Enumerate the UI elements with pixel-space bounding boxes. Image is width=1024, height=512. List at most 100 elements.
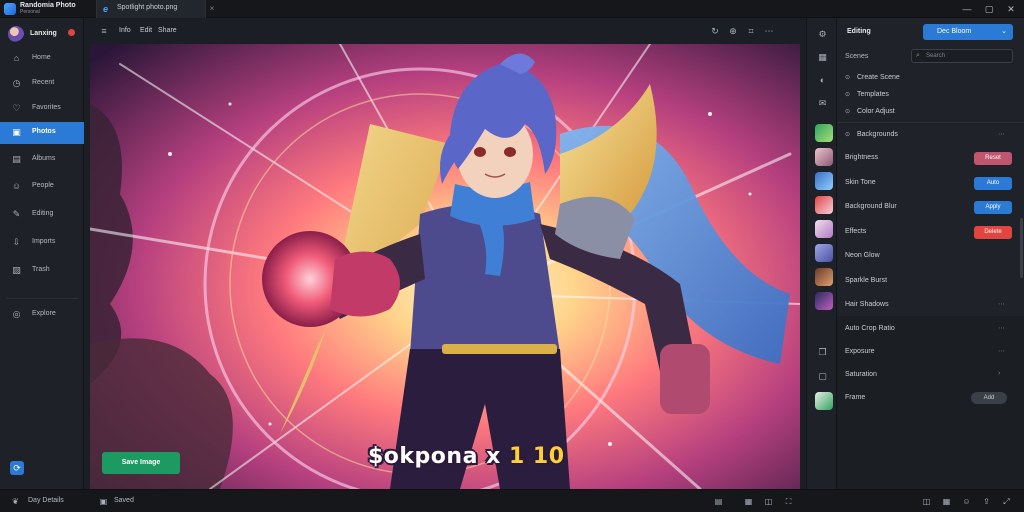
layout-icon[interactable]: ◫ <box>921 496 932 507</box>
thumbnail[interactable] <box>815 148 833 166</box>
close-window-button[interactable]: ✕ <box>1004 2 1018 16</box>
chat-icon[interactable]: ✉ <box>816 97 829 110</box>
avatar <box>8 26 24 42</box>
sidebar-item-imports[interactable]: ⇩ Imports <box>0 232 84 254</box>
sidebar-item-home[interactable]: ⌂ Home <box>0 48 84 70</box>
preset-dropdown[interactable]: Dec Bloom ⌄ <box>923 24 1013 40</box>
thumbnail[interactable] <box>815 172 833 190</box>
sidebar-item-label: Recent <box>32 79 55 86</box>
sidebar-item-favorites[interactable]: ♡ Favorites <box>0 98 84 120</box>
toolbar-info[interactable]: Info <box>119 27 131 34</box>
sync-icon[interactable]: ⟳ <box>10 461 24 475</box>
zoom-icon[interactable]: ⊕ <box>727 25 739 37</box>
row-auto-crop[interactable]: Auto Crop Ratio <box>845 325 895 332</box>
option-color-adjust[interactable]: Color Adjust <box>857 108 895 115</box>
photo-icon[interactable]: ▤ <box>713 496 724 507</box>
people-icon[interactable]: ☺ <box>961 496 972 507</box>
row-frame[interactable]: Frame <box>845 394 865 401</box>
filter-icon[interactable]: ◐ <box>816 74 829 87</box>
crop-icon[interactable]: ⌗ <box>745 25 757 37</box>
thumbnail[interactable] <box>815 392 833 410</box>
row-action-button[interactable]: Reset <box>974 152 1012 165</box>
clock-icon: ◷ <box>12 78 21 88</box>
option-templates[interactable]: Templates <box>857 91 889 98</box>
add-frame-button[interactable]: Add <box>971 392 1007 404</box>
more-icon[interactable]: ⋯ <box>998 324 1005 332</box>
tab-document[interactable]: e Spotlight photo.png <box>96 0 206 18</box>
compare-icon[interactable]: ◫ <box>763 496 774 507</box>
scrollbar[interactable] <box>1020 218 1023 278</box>
panel-title: Editing <box>847 28 871 35</box>
sidebar-item-people[interactable]: ☺ People <box>0 176 84 198</box>
restore-button[interactable]: ▢ <box>982 2 996 16</box>
sidebar-item-label: Explore <box>32 310 56 317</box>
more-icon[interactable]: ⋯ <box>998 300 1005 308</box>
fullscreen-icon[interactable]: ⛶ <box>783 496 794 507</box>
app-subtitle: Personal <box>20 9 40 15</box>
panel-row-label[interactable]: Effects <box>845 228 866 235</box>
row-action-button[interactable]: Apply <box>974 201 1012 214</box>
more-icon[interactable]: ⋯ <box>998 130 1005 138</box>
search-input[interactable]: ⌕ Search <box>911 49 1013 63</box>
image-canvas[interactable]: $okpona x 1 10 Save Image <box>90 44 800 489</box>
sidebar-item-label: Imports <box>32 238 56 245</box>
caption-main: $okpona x <box>368 444 509 469</box>
thumbnail[interactable] <box>815 292 833 310</box>
divider <box>837 122 1024 123</box>
share-icon[interactable]: ⇪ <box>981 496 992 507</box>
minimize-button[interactable]: — <box>960 2 974 16</box>
row-exposure[interactable]: Exposure <box>845 348 875 355</box>
thumbnail[interactable] <box>815 220 833 238</box>
viewer-toolbar: ≡ Info Edit Share ↻ ⊕ ⌗ ⋯ <box>84 18 806 44</box>
sidebar-item-photos[interactable]: ▣ Photos <box>0 122 84 144</box>
layers-icon[interactable]: ▦ <box>816 51 829 64</box>
chevron-right-icon[interactable]: › <box>998 370 1000 377</box>
thumbnail[interactable] <box>815 196 833 214</box>
sidebar-item-recent[interactable]: ◷ Recent <box>0 73 84 95</box>
panel-row-label[interactable]: Skin Tone <box>845 179 876 186</box>
tab-close-button[interactable]: × <box>206 3 218 15</box>
people-icon: ☺ <box>11 181 22 191</box>
thumbnail[interactable] <box>815 268 833 286</box>
sidebar-item-explore[interactable]: ◎ Explore <box>0 304 84 326</box>
save-icon[interactable]: ▣ <box>98 496 109 507</box>
frame-icon[interactable]: ▢ <box>816 370 829 383</box>
app-logo <box>4 3 16 15</box>
adjust-icon[interactable]: ⚙ <box>816 28 829 41</box>
option-create-scene[interactable]: Create Scene <box>857 74 900 81</box>
panel-row-label[interactable]: Background Blur <box>845 203 897 210</box>
more-icon[interactable]: ⋯ <box>998 347 1005 355</box>
copy-icon[interactable]: ❐ <box>816 346 829 359</box>
grid-icon[interactable]: ▦ <box>743 496 754 507</box>
row-action-button[interactable]: Delete <box>974 226 1012 239</box>
expand-icon[interactable]: ⤢ <box>1001 496 1012 507</box>
option-bullet: ⊙ <box>845 109 851 115</box>
toolbar-share[interactable]: Share <box>158 27 177 34</box>
panel-row-label[interactable]: Brightness <box>845 154 878 161</box>
profile[interactable]: Lanxing <box>6 24 80 44</box>
panel-row-label[interactable]: Hair Shadows <box>845 301 889 308</box>
sidebar-item-trash[interactable]: ▨ Trash <box>0 260 84 282</box>
panel-row-label[interactable]: Sparkle Burst <box>845 277 887 284</box>
tiles-icon[interactable]: ▦ <box>941 496 952 507</box>
search-icon: ⌕ <box>916 52 920 59</box>
explore-icon: ◎ <box>12 309 21 319</box>
thumbnail[interactable] <box>815 124 833 142</box>
row-saturation[interactable]: Saturation <box>845 371 877 378</box>
heart-icon: ♡ <box>12 103 21 113</box>
more-icon[interactable]: ⋯ <box>763 25 775 37</box>
row-action-button[interactable]: Auto <box>974 177 1012 190</box>
brush-icon: ✎ <box>12 209 21 219</box>
sidebar-item-label: Editing <box>32 210 54 217</box>
sidebar-item-albums[interactable]: ▤ Albums <box>0 149 84 171</box>
paw-icon[interactable]: ❦ <box>10 496 21 507</box>
save-image-button[interactable]: Save Image <box>102 452 180 474</box>
toolbar-edit[interactable]: Edit <box>140 27 152 34</box>
sidebar-item-editing[interactable]: ✎ Editing <box>0 204 84 226</box>
rotate-icon[interactable]: ↻ <box>709 25 721 37</box>
menu-icon[interactable]: ≡ <box>98 25 110 37</box>
chevron-down-icon: ⌄ <box>1001 28 1007 35</box>
panel-row-label[interactable]: Neon Glow <box>845 252 880 259</box>
right-panel: Editing Dec Bloom ⌄ Scenes ⌕ Search ⊙ Crea… <box>837 18 1024 489</box>
thumbnail[interactable] <box>815 244 833 262</box>
